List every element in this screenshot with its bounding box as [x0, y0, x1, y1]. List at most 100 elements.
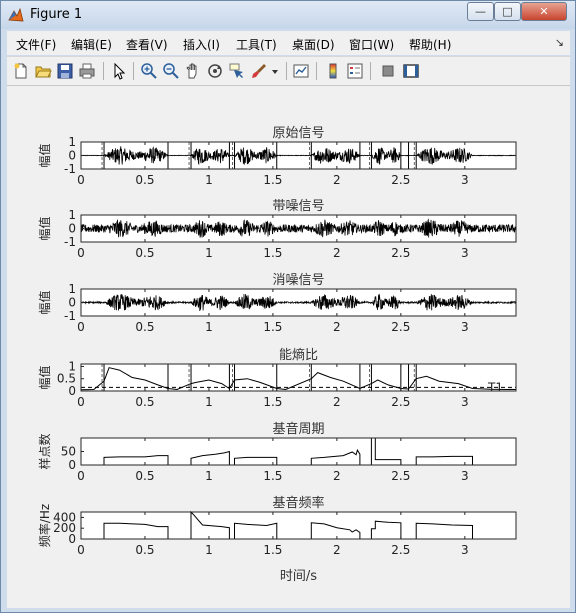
x-tick-label: 1.5 [263, 469, 282, 483]
toolbar-separator [286, 62, 287, 80]
hide-plot-tools-icon[interactable] [379, 62, 397, 80]
brush-icon[interactable] [250, 62, 268, 80]
menu-edit[interactable]: 编辑(E) [71, 36, 112, 53]
figure-window: Figure 1 — □ ✕ 文件(F) 编辑(E) 查看(V) 插入(I) 工… [0, 0, 576, 613]
x-tick-label: 2.5 [391, 320, 410, 334]
pan-icon[interactable] [184, 62, 202, 80]
title-bar[interactable]: Figure 1 — □ ✕ [1, 1, 575, 29]
zoom-in-icon[interactable] [140, 62, 158, 80]
x-tick-label: 1 [205, 469, 213, 483]
figure-canvas: 0 0.5 1 1.5 2 2.5 3 1 0 -1 原始信号 幅值 0 0.5 1 1.5 2 2.5 3 1 0 -1… [7, 86, 570, 608]
menu-window[interactable]: 窗口(W) [349, 36, 394, 53]
close-icon: ✕ [539, 5, 549, 18]
menu-desktop[interactable]: 桌面(D) [292, 36, 335, 53]
menu-overflow-icon[interactable]: ↘ [555, 36, 564, 49]
threshold-label: T1 [487, 380, 503, 394]
x-tick-label: 0.5 [135, 320, 154, 334]
pointer-icon[interactable] [110, 62, 128, 80]
x-tick-label: 0 [77, 246, 85, 260]
y-tick-label: 1 [68, 208, 76, 222]
x-tick-label: 0.5 [135, 173, 154, 187]
subplot-title: 基音周期 [272, 421, 324, 437]
x-tick-label: 3 [461, 173, 469, 187]
matlab-logo-icon [8, 7, 24, 22]
menu-file[interactable]: 文件(F) [16, 36, 56, 53]
x-tick-label: 3 [461, 246, 469, 260]
menu-tools[interactable]: 工具(T) [236, 36, 277, 53]
x-tick-label: 2.5 [391, 246, 410, 260]
zoom-out-icon[interactable] [162, 62, 180, 80]
menu-insert[interactable]: 插入(I) [183, 36, 220, 53]
window-title: Figure 1 [30, 7, 83, 22]
legend-icon[interactable] [346, 62, 364, 80]
y-axis-label: 频率/Hz [37, 504, 52, 547]
x-tick-label: 0.5 [135, 469, 154, 483]
y-tick-label: 0 [68, 149, 76, 163]
x-tick-label: 0 [77, 395, 85, 409]
close-button[interactable]: ✕ [521, 2, 567, 21]
data-cursor-icon[interactable] [228, 62, 246, 80]
x-tick-label: 2 [333, 395, 341, 409]
toolbar-separator [316, 62, 317, 80]
x-tick-label: 0.5 [135, 246, 154, 260]
print-icon[interactable] [78, 62, 96, 80]
menu-help[interactable]: 帮助(H) [409, 36, 451, 53]
link-plot-icon[interactable] [292, 62, 310, 80]
y-axis-label: 样点数 [37, 433, 52, 469]
axes-background [81, 438, 516, 465]
x-tick-label: 0.5 [135, 543, 154, 557]
axes-background [81, 512, 516, 539]
menu-view[interactable]: 查看(V) [126, 36, 168, 53]
x-tick-label: 2 [333, 246, 341, 260]
x-tick-label: 1.5 [263, 543, 282, 557]
toolbar-separator [103, 62, 104, 80]
y-tick-label: 1 [68, 135, 76, 149]
maximize-button[interactable]: □ [494, 2, 521, 21]
y-tick-label: 1 [68, 282, 76, 296]
x-tick-label: 2 [333, 173, 341, 187]
minimize-button[interactable]: — [467, 2, 494, 21]
subplot-title: 能熵比 [279, 347, 318, 363]
y-tick-label: -1 [64, 309, 76, 323]
x-tick-label: 0 [77, 469, 85, 483]
x-tick-label: 1 [205, 246, 213, 260]
y-tick-label: 0 [68, 384, 76, 398]
y-tick-label: 50 [61, 445, 76, 459]
subplot-title: 原始信号 [272, 126, 324, 141]
toolbar-separator [133, 62, 134, 80]
subplot-title: 基音频率 [272, 495, 324, 511]
x-tick-label: 0 [77, 173, 85, 187]
save-icon[interactable] [56, 62, 74, 80]
y-tick-label: 0 [68, 222, 76, 236]
x-tick-label: 1 [205, 395, 213, 409]
minimize-icon: — [475, 5, 486, 18]
y-axis-label: 幅值 [37, 216, 52, 240]
open-file-icon[interactable] [34, 62, 52, 80]
maximize-icon: □ [502, 5, 513, 18]
y-axis-label: 幅值 [37, 365, 52, 389]
x-tick-label: 2.5 [391, 469, 410, 483]
x-tick-label: 2 [333, 543, 341, 557]
x-tick-label: 0 [77, 543, 85, 557]
x-tick-label: 2.5 [391, 543, 410, 557]
x-tick-label: 3 [461, 469, 469, 483]
y-tick-label: -1 [64, 235, 76, 249]
y-axis-label: 幅值 [37, 290, 52, 314]
x-axis-label: 时间/s [280, 569, 317, 584]
x-tick-label: 1 [205, 543, 213, 557]
x-tick-label: 3 [461, 320, 469, 334]
rotate-3d-icon[interactable] [206, 62, 224, 80]
show-plot-tools-icon[interactable] [402, 62, 420, 80]
x-tick-label: 1.5 [263, 320, 282, 334]
y-tick-label: 0 [68, 458, 76, 472]
x-tick-label: 2.5 [391, 395, 410, 409]
colorbar-icon[interactable] [324, 62, 342, 80]
x-tick-label: 1 [205, 320, 213, 334]
new-figure-icon[interactable] [12, 62, 30, 80]
figure-toolbar [7, 56, 570, 86]
x-tick-label: 3 [461, 543, 469, 557]
menu-bar: 文件(F) 编辑(E) 查看(V) 插入(I) 工具(T) 桌面(D) 窗口(W… [7, 31, 570, 55]
dropdown-arrow-icon[interactable] [270, 62, 280, 80]
x-tick-label: 0 [77, 320, 85, 334]
x-tick-label: 3 [461, 395, 469, 409]
